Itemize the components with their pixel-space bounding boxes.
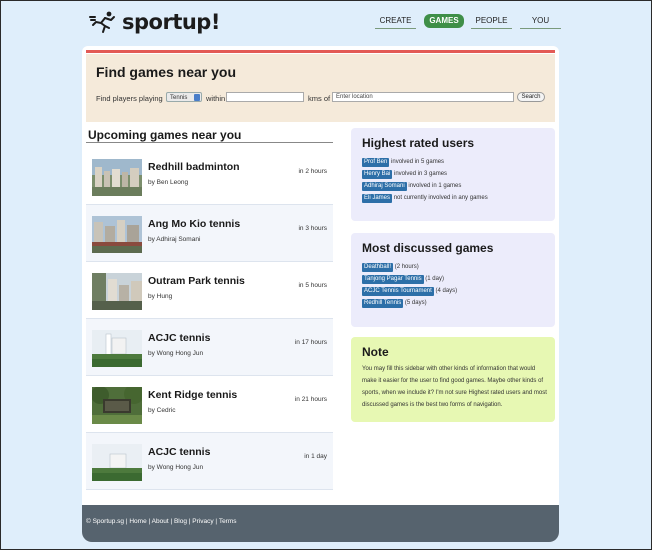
sport-select[interactable]: Tennis <box>166 92 202 102</box>
game-item[interactable]: Ang Mo Kio tennis by Adhiraj Somani in 3… <box>86 205 333 262</box>
discussed-row: Redhill Tennis (5 days) <box>362 298 457 310</box>
runner-logo-icon <box>89 11 115 33</box>
game-thumbnail[interactable] <box>92 216 142 253</box>
game-item[interactable]: ACJC tennis by Wong Hong Jun in 1 day <box>86 433 333 490</box>
game-time: in 21 hours <box>294 396 327 403</box>
game-title[interactable]: Kent Ridge tennis <box>148 389 237 401</box>
discussed-game-link[interactable]: Tanjong Pagar Tennis <box>362 275 424 284</box>
discussed-row: ACJC Tennis Tournament (4 days) <box>362 286 457 298</box>
page-content: Find games near you Find players playing… <box>82 46 559 542</box>
highest-rated-list: Prof Ben involved in 5 games Henry Bai i… <box>362 157 488 205</box>
highest-rated-title: Highest rated users <box>362 136 475 150</box>
user-detail: involved in 1 games <box>408 183 462 189</box>
game-organizer: by Adhiraj Somani <box>148 236 201 243</box>
discussed-game-detail: (2 hours) <box>394 264 419 270</box>
game-item[interactable]: ACJC tennis by Wong Hong Jun in 17 hours <box>86 319 333 376</box>
game-title[interactable]: Outram Park tennis <box>148 275 245 287</box>
discussed-game-link[interactable]: Redhill Tennis <box>362 299 404 308</box>
search-panel: Find games near you Find players playing… <box>86 54 555 122</box>
game-thumbnail[interactable] <box>92 159 142 196</box>
note-text: You may fill this sidebar with other kin… <box>362 366 547 408</box>
main-nav: CREATE GAMES PEOPLE YOU <box>375 14 561 29</box>
game-item[interactable]: Outram Park tennis by Hung in 5 hours <box>86 262 333 319</box>
user-link[interactable]: Henry Bai <box>362 170 393 179</box>
logo-text: sportup! <box>122 10 220 34</box>
distance-input[interactable] <box>226 92 304 102</box>
user-link[interactable]: Adhiraj Somani <box>362 182 407 191</box>
note-panel: Note You may fill this sidebar with othe… <box>351 337 555 422</box>
discussed-row: Tanjong Pagar Tennis (1 day) <box>362 274 457 286</box>
user-row: Henry Bai involved in 3 games <box>362 169 488 181</box>
user-row: Adhiraj Somani involved in 1 games <box>362 181 488 193</box>
user-detail: involved in 5 games <box>391 159 445 165</box>
game-time: in 1 day <box>304 453 327 460</box>
footer-link-home[interactable]: Home <box>129 518 146 525</box>
most-discussed-title: Most discussed games <box>362 241 494 255</box>
location-input[interactable]: Enter location <box>332 92 514 102</box>
user-row: Eli James not currently involved in any … <box>362 193 488 205</box>
within-label: within <box>206 94 226 103</box>
highest-rated-panel: Highest rated users Prof Ben involved in… <box>351 128 555 221</box>
kms-label: kms of <box>308 94 331 103</box>
game-thumbnail[interactable] <box>92 273 142 310</box>
game-organizer: by Wong Hong Jun <box>148 464 204 471</box>
sport-select-value: Tennis <box>170 95 188 101</box>
game-item[interactable]: Kent Ridge tennis by Cedric in 21 hours <box>86 376 333 433</box>
user-row: Prof Ben involved in 5 games <box>362 157 488 169</box>
game-time: in 3 hours <box>298 225 327 232</box>
upcoming-divider <box>86 142 333 143</box>
logo[interactable]: sportup! <box>89 8 220 36</box>
game-item[interactable]: Redhill badminton by Ben Leong in 2 hour… <box>86 148 333 205</box>
footer-link-privacy[interactable]: Privacy <box>192 518 213 525</box>
game-title[interactable]: ACJC tennis <box>148 332 210 344</box>
nav-create[interactable]: CREATE <box>375 14 416 29</box>
nav-you[interactable]: YOU <box>520 14 561 29</box>
search-button[interactable]: Search <box>517 92 545 102</box>
footer-link-blog[interactable]: Blog <box>174 518 187 525</box>
game-time: in 2 hours <box>298 168 327 175</box>
footer-link-terms[interactable]: Terms <box>219 518 237 525</box>
game-title[interactable]: Redhill badminton <box>148 161 240 173</box>
game-organizer: by Cedric <box>148 407 176 414</box>
discussed-game-link[interactable]: Deathball! <box>362 263 394 272</box>
discussed-game-detail: (4 days) <box>435 288 458 294</box>
game-time: in 17 hours <box>294 339 327 346</box>
game-thumbnail[interactable] <box>92 387 142 424</box>
footer-link-about[interactable]: About <box>152 518 169 525</box>
game-title[interactable]: Ang Mo Kio tennis <box>148 218 240 230</box>
footer: © Sportup.sg | Home | About | Blog | Pri… <box>82 505 559 542</box>
top-divider <box>86 50 555 53</box>
game-time: in 5 hours <box>298 282 327 289</box>
game-thumbnail[interactable] <box>92 444 142 481</box>
game-organizer: by Hung <box>148 293 173 300</box>
game-organizer: by Wong Hong Jun <box>148 350 204 357</box>
games-list: Redhill badminton by Ben Leong in 2 hour… <box>86 148 333 490</box>
select-arrow-icon <box>194 94 200 101</box>
discussed-row: Deathball! (2 hours) <box>362 262 457 274</box>
most-discussed-list: Deathball! (2 hours) Tanjong Pagar Tenni… <box>362 262 457 310</box>
nav-games[interactable]: GAMES <box>424 14 464 28</box>
game-organizer: by Ben Leong <box>148 179 189 186</box>
nav-people[interactable]: PEOPLE <box>471 14 512 29</box>
user-detail: involved in 3 games <box>394 171 448 177</box>
game-title[interactable]: ACJC tennis <box>148 446 210 458</box>
user-link[interactable]: Prof Ben <box>362 158 390 167</box>
upcoming-title: Upcoming games near you <box>88 128 242 142</box>
discussed-game-detail: (1 day) <box>425 276 444 282</box>
search-form: Find players playing Tennis within kms o… <box>96 91 556 105</box>
most-discussed-panel: Most discussed games Deathball! (2 hours… <box>351 233 555 327</box>
footer-links: © Sportup.sg | Home | About | Blog | Pri… <box>86 518 237 525</box>
game-thumbnail[interactable] <box>92 330 142 367</box>
user-link[interactable]: Eli James <box>362 194 393 203</box>
footer-copyright: © Sportup.sg <box>86 518 125 525</box>
note-title: Note <box>362 345 389 359</box>
search-title: Find games near you <box>96 64 237 80</box>
discussed-game-detail: (5 days) <box>404 300 427 306</box>
user-detail: not currently involved in any games <box>393 195 488 201</box>
playing-label: Find players playing <box>96 94 163 103</box>
discussed-game-link[interactable]: ACJC Tennis Tournament <box>362 287 434 296</box>
